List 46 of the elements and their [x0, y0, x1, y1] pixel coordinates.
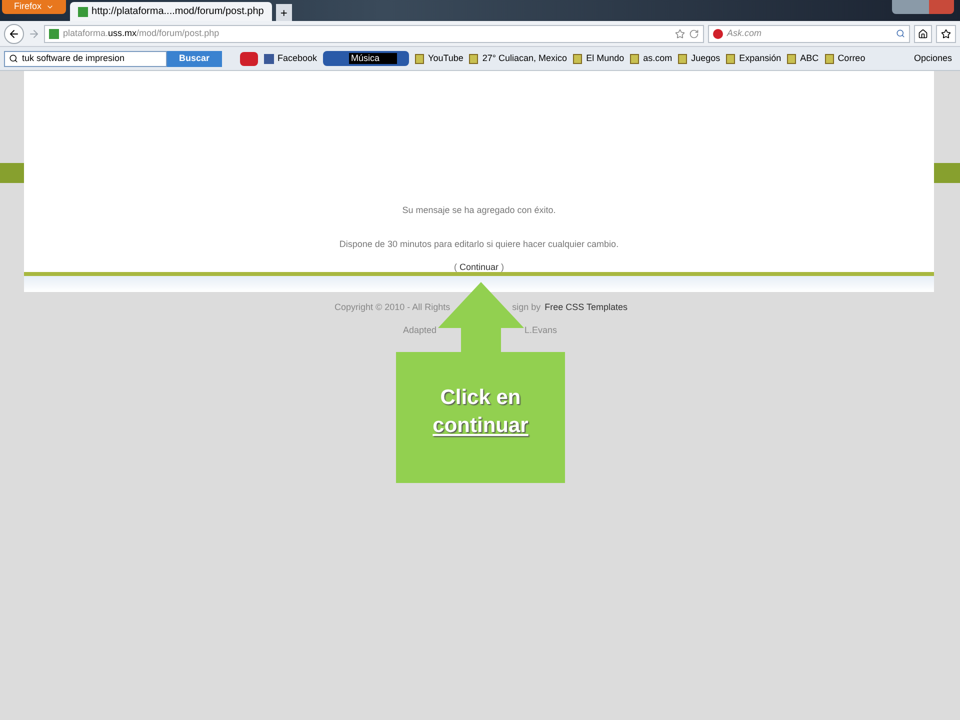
music-label: Música — [349, 53, 398, 64]
search-icon[interactable] — [896, 29, 905, 38]
bookmark-item[interactable]: ABC — [787, 52, 819, 66]
search-engine-field[interactable]: Ask.com — [708, 24, 910, 42]
bookmark-item[interactable]: Expansión — [726, 52, 782, 66]
bookmark-item[interactable]: 27° Culiacan, Mexico — [469, 52, 568, 66]
search-placeholder: Ask.com — [727, 26, 762, 40]
bookmarks-button[interactable] — [936, 24, 956, 42]
edit-note: Dispone de 30 minutos para editarlo si quiere hacer cualquier cambio. — [339, 238, 619, 251]
bookmark-item[interactable]: YouTube — [415, 52, 464, 66]
ask-logo-icon — [713, 28, 723, 38]
search-icon — [9, 54, 18, 63]
star-icon[interactable] — [675, 28, 685, 38]
new-tab-button[interactable]: + — [276, 4, 292, 21]
copyright-text: Copyright © 2010 - All Rights — [334, 301, 450, 314]
search-button[interactable]: Buscar — [167, 50, 222, 66]
bookmark-item[interactable]: as.com — [630, 52, 672, 66]
search-value: tuk software de impresion — [22, 52, 125, 65]
back-button[interactable] — [4, 24, 24, 44]
address-text: plataforma.uss.mx/mod/forum/post.php — [63, 26, 220, 40]
author-text: L.Evans — [524, 324, 558, 336]
home-button[interactable] — [914, 24, 932, 42]
site-icon — [78, 6, 88, 16]
options-menu[interactable]: Opciones — [914, 52, 952, 66]
bookmark-item[interactable]: Facebook — [264, 52, 318, 66]
ask-button[interactable] — [240, 52, 258, 66]
bookmark-item[interactable]: El Mundo — [573, 52, 624, 66]
site-icon — [49, 28, 59, 38]
caret-icon — [46, 3, 54, 11]
back-arrow-icon — [8, 28, 20, 40]
star-icon — [941, 28, 951, 38]
toolbar-search-field[interactable]: tuk software de impresion — [4, 50, 167, 66]
templates-link[interactable]: Free CSS Templates — [544, 301, 628, 314]
success-message: Su mensaje se ha agregado con éxito. — [402, 204, 556, 217]
reload-icon[interactable] — [689, 28, 699, 38]
home-icon — [918, 28, 928, 38]
bookmark-item[interactable]: Correo — [824, 52, 866, 66]
browser-tab[interactable]: http://plataforma....mod/forum/post.php — [70, 2, 272, 21]
continue-link[interactable]: ( Continuar ) — [454, 262, 504, 273]
callout-text: Click en — [440, 384, 521, 410]
music-widget[interactable]: Música — [323, 51, 410, 66]
callout-link-text: continuar — [432, 412, 528, 438]
adapted-text: Adapted — [402, 324, 436, 337]
bookmark-item[interactable]: Juegos — [678, 52, 720, 66]
address-bar[interactable]: plataforma.uss.mx/mod/forum/post.php — [44, 24, 704, 42]
design-credit-text: sign by — [512, 301, 541, 314]
